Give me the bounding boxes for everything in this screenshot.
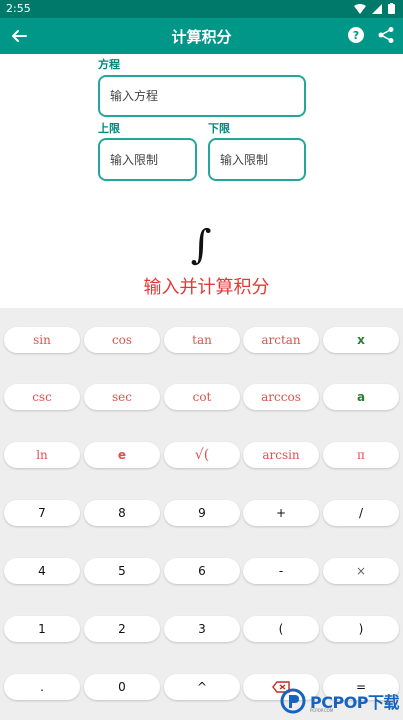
key-cos[interactable]: cos — [84, 327, 160, 353]
key-x[interactable]: x — [323, 327, 399, 353]
key-arccos[interactable]: arccos — [243, 384, 319, 410]
key-ln[interactable]: ln — [4, 442, 80, 468]
key-a[interactable]: a — [323, 384, 399, 410]
integral-symbol: ∫ — [191, 222, 212, 268]
key-close-paren[interactable]: ) — [323, 616, 399, 642]
status-time: 2:55 — [6, 2, 31, 15]
upper-limit-input[interactable] — [98, 138, 197, 181]
key-arctan[interactable]: arctan — [243, 327, 319, 353]
help-icon[interactable]: ? — [347, 26, 365, 44]
key-sec[interactable]: sec — [84, 384, 160, 410]
watermark-sub: PCPOP.COM — [310, 708, 334, 713]
key-arcsin[interactable]: arcsin — [243, 442, 319, 468]
key-8[interactable]: 8 — [84, 500, 160, 526]
key-plus[interactable]: + — [243, 500, 319, 526]
lower-limit-input[interactable] — [208, 138, 306, 181]
key-cot[interactable]: cot — [164, 384, 240, 410]
pcpop-logo-icon — [280, 688, 306, 714]
key-tan[interactable]: tan — [164, 327, 240, 353]
back-arrow-icon[interactable] — [8, 25, 30, 47]
key-1[interactable]: 1 — [4, 616, 80, 642]
key-open-paren[interactable]: ( — [243, 616, 319, 642]
equation-label: 方程 — [98, 58, 120, 71]
key-divide[interactable]: / — [323, 500, 399, 526]
key-csc[interactable]: csc — [4, 384, 80, 410]
math-keyboard: sin cos tan arctan x csc sec cot arccos … — [0, 308, 403, 720]
svg-text:?: ? — [353, 29, 359, 42]
lower-limit-label: 下限 — [208, 122, 230, 135]
signal-icon — [372, 3, 382, 14]
prompt-text: 输入并计算积分 — [143, 277, 270, 298]
key-4[interactable]: 4 — [4, 558, 80, 584]
key-5[interactable]: 5 — [84, 558, 160, 584]
key-3[interactable]: 3 — [164, 616, 240, 642]
key-sin[interactable]: sin — [4, 327, 80, 353]
page-title: 计算积分 — [171, 28, 232, 46]
share-icon[interactable] — [377, 26, 395, 44]
key-pi[interactable]: π — [323, 442, 399, 468]
app-bar: 计算积分 ? — [0, 18, 403, 54]
system-icons — [354, 3, 395, 14]
pcpop-watermark: PCPOP下载 PCPOP.COM — [280, 687, 403, 715]
key-0[interactable]: 0 — [84, 674, 160, 700]
key-7[interactable]: 7 — [4, 500, 80, 526]
integral-preview: ∫ — [191, 222, 212, 268]
key-2[interactable]: 2 — [84, 616, 160, 642]
key-9[interactable]: 9 — [164, 500, 240, 526]
key-decimal[interactable]: . — [4, 674, 80, 700]
equation-input[interactable] — [98, 75, 306, 117]
battery-icon — [388, 3, 395, 14]
key-multiply[interactable]: × — [323, 558, 399, 584]
upper-limit-label: 上限 — [98, 122, 120, 135]
key-sqrt[interactable]: √( — [164, 442, 240, 468]
key-minus[interactable]: - — [243, 558, 319, 584]
key-e[interactable]: e — [84, 442, 160, 468]
key-6[interactable]: 6 — [164, 558, 240, 584]
wifi-icon — [354, 3, 366, 14]
key-power[interactable]: ^ — [164, 674, 240, 700]
status-bar: 2:55 — [0, 0, 403, 18]
